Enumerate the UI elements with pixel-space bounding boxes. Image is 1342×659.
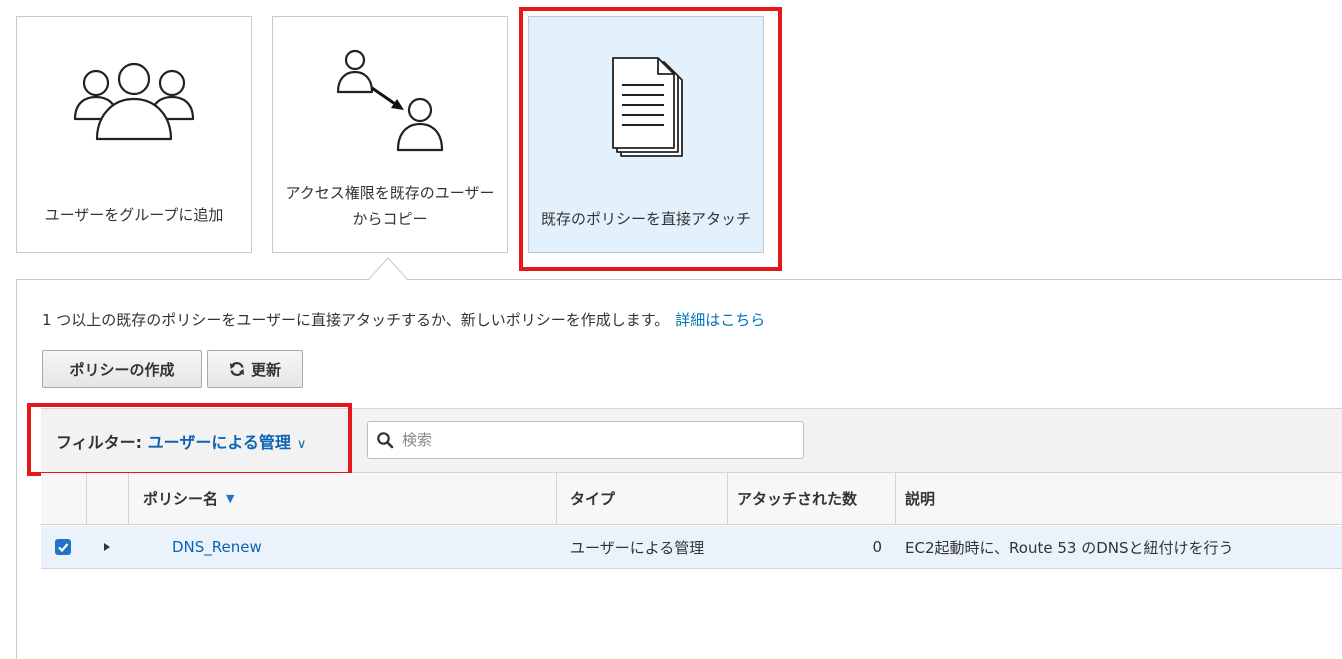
refresh-icon xyxy=(229,362,244,376)
column-divider xyxy=(128,473,129,524)
option-copy-permissions[interactable]: アクセス権限を既存のユーザーからコピー xyxy=(272,16,508,253)
policy-type-cell: ユーザーによる管理 xyxy=(570,538,705,557)
description-text: 1 つ以上の既存のポリシーをユーザーに直接アタッチするか、新しいポリシーを作成し… xyxy=(42,311,670,329)
column-divider xyxy=(895,473,896,524)
column-header-label: アタッチされた数 xyxy=(737,490,858,508)
panel-description: 1 つ以上の既存のポリシーをユーザーに直接アタッチするか、新しいポリシーを作成し… xyxy=(42,309,765,330)
option-add-to-group[interactable]: ユーザーをグループに追加 xyxy=(16,16,252,253)
column-header-type[interactable]: タイプ xyxy=(570,473,615,524)
option-label: ユーザーをグループに追加 xyxy=(44,206,224,224)
sort-down-icon: ▼ xyxy=(226,492,235,505)
column-header-attached-count[interactable]: アタッチされた数 xyxy=(737,473,857,524)
chevron-down-icon: ∨ xyxy=(296,437,307,452)
expand-row-toggle[interactable] xyxy=(103,526,111,568)
panel-pointer xyxy=(368,257,408,281)
column-header-label: タイプ xyxy=(570,490,616,508)
document-icon xyxy=(612,56,683,157)
policy-name-cell: DNS_Renew xyxy=(172,526,262,568)
column-divider xyxy=(556,473,557,524)
search-box[interactable] xyxy=(367,421,804,459)
row-checkbox[interactable] xyxy=(55,526,71,568)
option-label: 既存のポリシーを直接アタッチ xyxy=(540,210,751,228)
table-header: ポリシー名 ▼ タイプ アタッチされた数 説明 xyxy=(41,473,1342,525)
column-header-description[interactable]: 説明 xyxy=(905,473,935,524)
column-header-policy-name[interactable]: ポリシー名 ▼ xyxy=(143,473,234,524)
copy-permissions-icon xyxy=(336,49,444,151)
column-header-label: 説明 xyxy=(905,490,936,508)
column-divider xyxy=(86,473,87,524)
policy-description-cell: EC2起動時に、Route 53 のDNSと紐付けを行う xyxy=(905,538,1234,557)
create-policy-button[interactable]: ポリシーの作成 xyxy=(42,350,202,388)
create-policy-label: ポリシーの作成 xyxy=(69,360,175,379)
check-icon xyxy=(58,543,69,553)
checkbox-checked[interactable] xyxy=(55,539,71,555)
user-group-icon xyxy=(73,62,195,141)
option-attach-policy[interactable]: 既存のポリシーを直接アタッチ xyxy=(528,16,764,253)
policy-name-link[interactable]: DNS_Renew xyxy=(172,538,262,556)
filter-dropdown[interactable]: フィルター: ユーザーによる管理 ∨ xyxy=(56,429,306,453)
attached-count-cell: 0 xyxy=(872,538,882,556)
filter-value: ユーザーによる管理 xyxy=(147,433,291,452)
search-input[interactable] xyxy=(400,430,803,450)
option-label: アクセス権限を既存のユーザーからコピー xyxy=(285,184,495,228)
search-icon xyxy=(377,432,394,449)
column-divider xyxy=(727,473,728,524)
refresh-label: 更新 xyxy=(250,360,281,379)
filter-label: フィルター: xyxy=(56,433,143,452)
learn-more-link[interactable]: 詳細はこちら xyxy=(675,311,765,329)
caret-right-icon xyxy=(104,543,110,551)
column-header-label: ポリシー名 xyxy=(143,490,219,508)
table-row[interactable]: DNS_Renew ユーザーによる管理 0 EC2起動時に、Route 53 の… xyxy=(41,526,1342,569)
refresh-button[interactable]: 更新 xyxy=(207,350,303,388)
